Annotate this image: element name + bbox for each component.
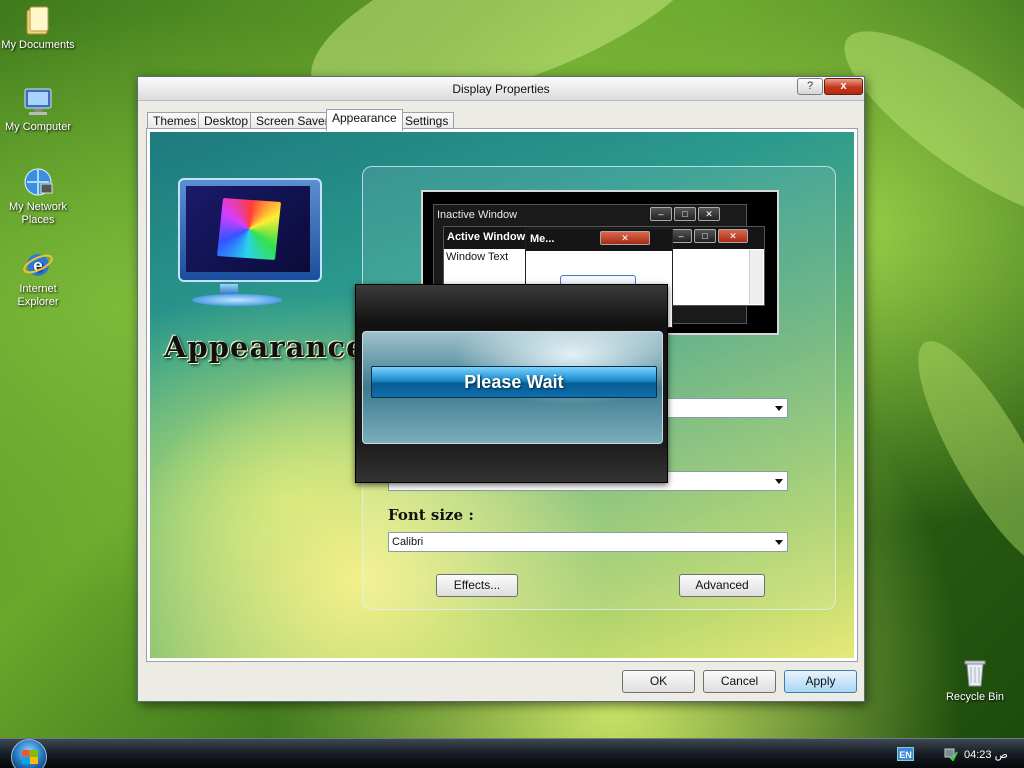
- preview-inactive-caption-buttons: – □ ✕: [650, 207, 720, 221]
- preview-scrollbar: [749, 250, 763, 304]
- advanced-button[interactable]: Advanced: [679, 574, 765, 597]
- desktop-icon-label: Internet Explorer: [17, 283, 59, 308]
- chevron-down-icon: [775, 540, 783, 545]
- language-indicator[interactable]: EN: [897, 747, 914, 761]
- desktop-icon-my-documents[interactable]: My Documents: [0, 4, 76, 52]
- computer-icon: [22, 86, 54, 118]
- please-wait-overlay: Please Wait: [355, 284, 668, 483]
- recycle-bin-icon: [959, 656, 991, 688]
- appearance-heading: Appearance: [164, 330, 366, 364]
- desktop-icon-label: My Computer: [4, 121, 72, 133]
- desktop-icon-internet-explorer[interactable]: e Internet Explorer: [0, 248, 76, 309]
- apply-button[interactable]: Apply: [784, 670, 857, 693]
- please-wait-message: Please Wait: [371, 366, 657, 398]
- monitor-illustration-icon: [178, 178, 322, 282]
- desktop-icon-label: My Documents: [1, 39, 75, 51]
- dialog-title: Display Properties: [452, 82, 550, 96]
- ok-button[interactable]: OK: [622, 670, 695, 693]
- help-button[interactable]: ?: [797, 78, 823, 95]
- chevron-down-icon: [775, 479, 783, 484]
- network-tray-icon[interactable]: [944, 747, 958, 762]
- font-size-value: Calibri: [392, 536, 424, 548]
- cancel-button[interactable]: Cancel: [703, 670, 776, 693]
- network-icon: [22, 166, 54, 198]
- desktop-icon-label: Recycle Bin: [945, 691, 1005, 703]
- start-button[interactable]: [11, 739, 47, 768]
- preview-message-title: Me...: [526, 229, 672, 251]
- desktop-icon-my-network-places[interactable]: My Network Places: [0, 166, 76, 227]
- tab-appearance[interactable]: Appearance: [326, 109, 403, 131]
- close-button[interactable]: x: [824, 78, 863, 95]
- monitor-stand: [220, 284, 238, 294]
- folder-icon: [22, 4, 54, 36]
- desktop-icon-my-computer[interactable]: My Computer: [0, 86, 76, 134]
- preview-active-caption-buttons: – □ ✕: [670, 229, 748, 243]
- chevron-down-icon: [775, 406, 783, 411]
- desktop-icon-label: My Network Places: [8, 201, 68, 226]
- effects-button[interactable]: Effects...: [436, 574, 518, 597]
- desktop-icon-recycle-bin[interactable]: Recycle Bin: [937, 656, 1013, 704]
- preview-message-close: ✕: [600, 231, 650, 245]
- please-wait-panel: Please Wait: [362, 331, 663, 444]
- font-size-dropdown[interactable]: Calibri: [388, 532, 788, 552]
- ie-icon: e: [22, 248, 54, 280]
- clock[interactable]: ص 04:23: [964, 748, 1008, 761]
- monitor-base: [192, 294, 282, 306]
- font-size-label: Font size :: [388, 506, 474, 524]
- title-bar[interactable]: Display Properties ? x: [138, 77, 864, 101]
- taskbar: EN ص 04:23: [0, 738, 1024, 768]
